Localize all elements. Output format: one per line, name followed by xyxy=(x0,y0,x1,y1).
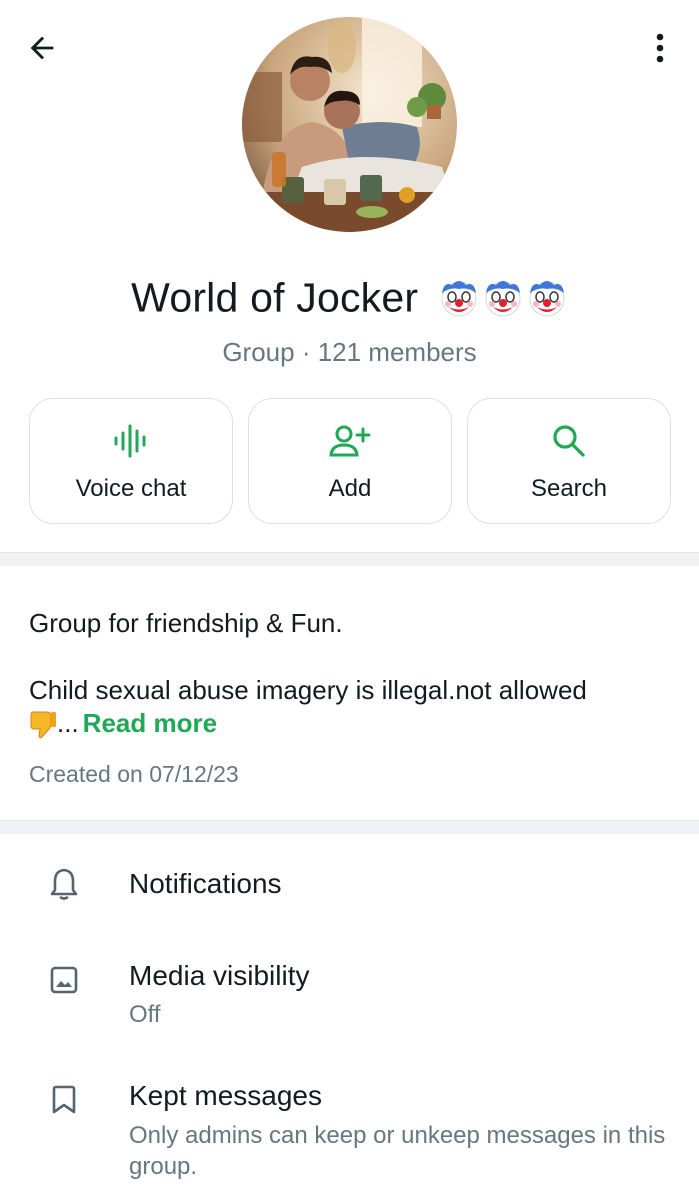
kept-messages-title: Kept messages xyxy=(129,1080,322,1111)
group-name-emojis xyxy=(438,277,568,319)
voice-chat-button[interactable]: Voice chat xyxy=(29,398,233,524)
voice-wave-icon xyxy=(114,424,146,458)
back-button[interactable] xyxy=(22,28,62,68)
clown-face-icon xyxy=(529,281,565,317)
group-name-text: World of Jocker xyxy=(131,274,419,321)
description-ellipsis: ... xyxy=(57,708,79,738)
bookmark-icon xyxy=(52,1085,76,1114)
group-photo xyxy=(242,17,457,232)
created-date: Created on 07/12/23 xyxy=(29,761,239,787)
section-divider xyxy=(0,552,699,566)
description-line-3: ... Read more xyxy=(29,708,217,739)
add-person-icon xyxy=(329,425,371,457)
description-line-2: Child sexual abuse imagery is illegal.no… xyxy=(29,675,587,705)
add-label: Add xyxy=(328,475,372,502)
search-icon xyxy=(553,425,585,457)
more-vert-icon xyxy=(656,33,664,63)
group-meta: Group · 121 members xyxy=(222,337,477,367)
more-options-button[interactable] xyxy=(642,26,678,70)
thumbs-down-icon xyxy=(30,711,56,738)
notifications-title: Notifications xyxy=(129,868,282,899)
arrow-left-icon xyxy=(30,36,54,60)
add-member-button[interactable]: Add xyxy=(248,398,452,524)
group-name: World of Jocker xyxy=(0,272,699,322)
voice-chat-label: Voice chat xyxy=(75,475,187,502)
search-button[interactable]: Search xyxy=(467,398,671,524)
group-avatar[interactable] xyxy=(242,17,457,232)
read-more-link[interactable]: Read more xyxy=(83,708,217,739)
clown-face-icon xyxy=(441,281,477,317)
kept-messages-description: Only admins can keep or unkeep messages … xyxy=(129,1122,666,1180)
clown-face-icon xyxy=(485,281,521,317)
description-line-1: Group for friendship & Fun. xyxy=(29,608,343,638)
section-divider xyxy=(0,820,699,834)
media-visibility-title: Media visibility xyxy=(129,960,310,991)
media-visibility-value: Off xyxy=(129,1001,161,1028)
bell-icon xyxy=(50,868,78,900)
image-icon xyxy=(50,966,78,994)
search-label: Search xyxy=(530,475,608,502)
